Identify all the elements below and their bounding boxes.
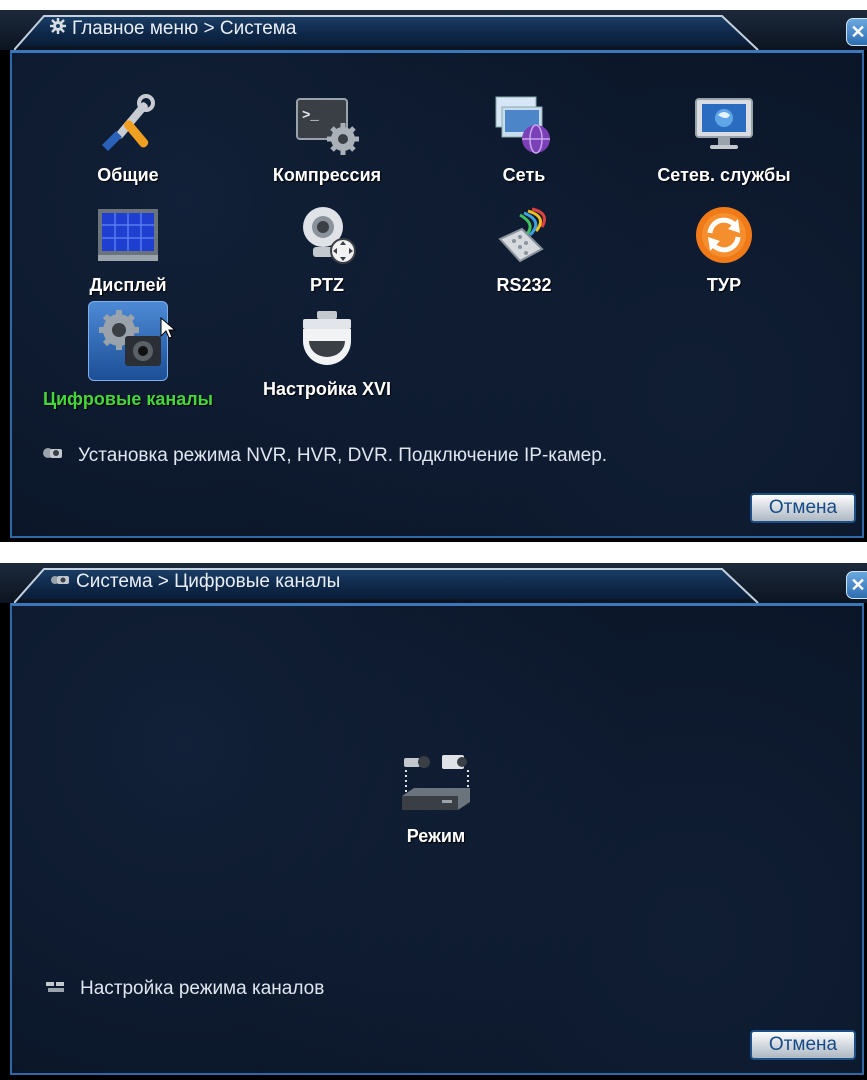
network-globe-icon bbox=[492, 93, 556, 157]
system-menu-window: Главное меню > Система ✕ Общие >_ Компре… bbox=[0, 10, 867, 542]
camera-icon bbox=[50, 571, 70, 593]
camera-icon bbox=[42, 445, 64, 467]
mode-icon bbox=[398, 752, 474, 818]
menu-item-label: Режим bbox=[406, 826, 466, 846]
menu-item-network-services[interactable]: Сетев. службы bbox=[624, 93, 824, 186]
menu-item-compression[interactable]: >_ Компрессия bbox=[227, 93, 427, 186]
menu-item-xvi-settings[interactable]: Настройка XVI bbox=[227, 307, 427, 400]
mouse-cursor-icon bbox=[160, 317, 176, 339]
status-hint: Установка режима NVR, HVR, DVR. Подключе… bbox=[42, 445, 607, 467]
status-hint-text: Установка режима NVR, HVR, DVR. Подключе… bbox=[78, 445, 608, 466]
menu-item-label: PTZ bbox=[310, 275, 344, 295]
status-hint-text: Настройка режима каналов bbox=[80, 978, 325, 999]
menu-item-general[interactable]: Общие bbox=[28, 93, 228, 186]
terminal-gear-icon: >_ bbox=[295, 93, 359, 157]
window-title-text: Главное меню > Система bbox=[72, 18, 297, 39]
window-title-text: Система > Цифровые каналы bbox=[76, 571, 341, 592]
menu-item-label: Сеть bbox=[502, 165, 546, 185]
cancel-button[interactable]: Отмена bbox=[750, 493, 856, 523]
dome-camera-icon bbox=[295, 307, 359, 371]
menu-item-ptz[interactable]: PTZ bbox=[227, 203, 427, 296]
close-button[interactable]: ✕ bbox=[846, 571, 867, 599]
svg-text:>_: >_ bbox=[302, 108, 319, 124]
close-icon: ✕ bbox=[850, 21, 866, 42]
status-hint: Настройка режима каналов bbox=[46, 978, 324, 1000]
menu-item-label: Сетев. службы bbox=[657, 165, 791, 185]
menu-item-display[interactable]: Дисплей bbox=[28, 203, 228, 296]
close-button[interactable]: ✕ bbox=[846, 18, 867, 46]
menu-item-label: Компрессия bbox=[272, 165, 382, 185]
channels-body: Режим Настройка режима каналов Отмена bbox=[10, 603, 864, 1075]
menu-item-label: Общие bbox=[97, 165, 159, 185]
menu-item-label: Настройка XVI bbox=[263, 379, 391, 399]
tour-refresh-icon bbox=[692, 203, 756, 267]
cancel-button[interactable]: Отмена bbox=[750, 1030, 856, 1060]
channels-mode-icon bbox=[46, 978, 66, 1000]
digital-channels-icon bbox=[88, 301, 168, 381]
menu-item-tour[interactable]: ТУР bbox=[624, 203, 824, 296]
menu-body: Общие >_ Компрессия Сеть Сетев. службы Д… bbox=[10, 50, 864, 538]
display-grid-icon bbox=[96, 203, 160, 267]
menu-item-digital-channels[interactable]: Цифровые каналы bbox=[28, 301, 228, 410]
menu-item-network[interactable]: Сеть bbox=[424, 93, 624, 186]
tools-icon bbox=[96, 93, 160, 157]
rs232-connector-icon bbox=[492, 203, 556, 267]
menu-item-label: Цифровые каналы bbox=[42, 389, 214, 409]
window-title: Главное меню > Система bbox=[50, 18, 296, 40]
menu-item-label: RS232 bbox=[496, 275, 552, 295]
close-icon: ✕ bbox=[850, 574, 866, 595]
gear-icon bbox=[50, 18, 66, 40]
menu-item-label: ТУР bbox=[706, 275, 742, 295]
monitor-globe-icon bbox=[692, 93, 756, 157]
digital-channels-window: Система > Цифровые каналы ✕ Режим Настро… bbox=[0, 563, 867, 1080]
menu-item-mode[interactable]: Режим bbox=[336, 752, 536, 847]
ptz-camera-icon bbox=[295, 203, 359, 267]
menu-item-label: Дисплей bbox=[89, 275, 167, 295]
menu-item-rs232[interactable]: RS232 bbox=[424, 203, 624, 296]
window-title: Система > Цифровые каналы bbox=[50, 571, 340, 593]
